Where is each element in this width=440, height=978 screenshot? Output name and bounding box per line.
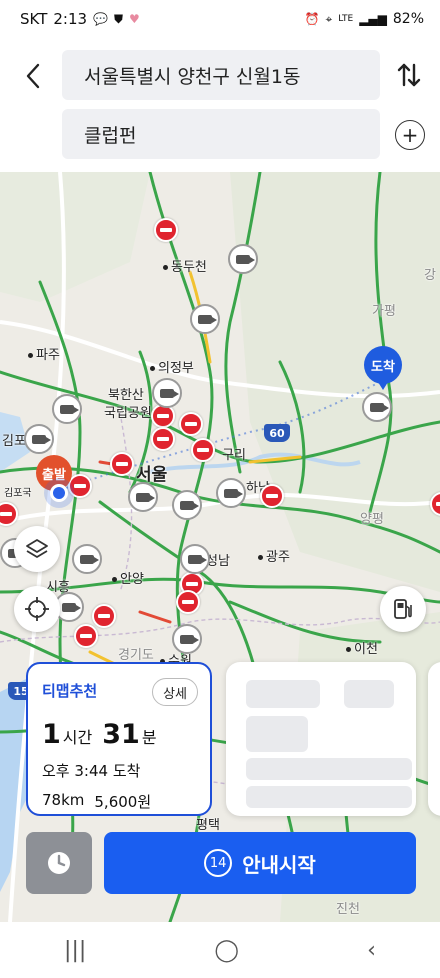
gas-station-button[interactable] bbox=[380, 586, 426, 632]
clock-time: 2:13 bbox=[53, 10, 88, 28]
road-closure-marker[interactable] bbox=[74, 624, 98, 648]
travel-minutes-unit: 분 bbox=[141, 728, 157, 747]
route-distance: 78km bbox=[42, 791, 85, 809]
travel-hours: 1 bbox=[42, 719, 61, 750]
place-paju: 파주 bbox=[28, 344, 60, 363]
my-location-button[interactable] bbox=[14, 586, 60, 632]
back-arrow-icon bbox=[26, 63, 40, 89]
speed-camera-marker[interactable] bbox=[172, 490, 202, 520]
countdown-badge: 14 bbox=[204, 849, 233, 877]
place-gimpo: 김포 bbox=[2, 434, 26, 449]
speed-camera-marker[interactable] bbox=[362, 392, 392, 422]
place-gapyeong: 가평 bbox=[372, 304, 396, 319]
route-option-card-loading[interactable] bbox=[226, 662, 416, 816]
place-gimpo-airport: 김포국 bbox=[4, 488, 32, 499]
clock-icon bbox=[48, 852, 70, 874]
battery-level: 82% bbox=[392, 11, 424, 27]
place-icheon: 이천 bbox=[346, 638, 378, 657]
travel-hours-unit: 시간 bbox=[62, 728, 93, 747]
system-navigation-bar: ||| ◯ ‹ bbox=[0, 922, 440, 978]
carrier-label: SKT bbox=[20, 10, 48, 28]
location-icon: ⌖ bbox=[325, 12, 333, 26]
distance-fare: 78km 5,600원 bbox=[42, 791, 196, 812]
chat-icon: 💬 bbox=[93, 12, 108, 26]
road-closure-marker[interactable] bbox=[179, 412, 203, 436]
place-national-park: 국립공원 bbox=[104, 406, 152, 421]
skeleton-block bbox=[246, 680, 320, 708]
place-gwangju: 광주 bbox=[258, 546, 290, 565]
route-option-card-recommended[interactable]: 티맵추천 상세 1 시간 31 분 오후 3:44 도착 78km 5,600원 bbox=[26, 662, 212, 816]
speed-camera-marker[interactable] bbox=[72, 544, 102, 574]
arrival-time: 오후 3:44 도착 bbox=[42, 762, 141, 780]
back-nav-icon[interactable]: ‹ bbox=[367, 938, 376, 963]
place-guri: 구리 bbox=[222, 448, 246, 463]
start-navigation-button[interactable]: 14 안내시작 bbox=[104, 832, 416, 894]
departure-time-button[interactable] bbox=[26, 832, 92, 894]
alarm-icon: ⏰ bbox=[304, 12, 320, 26]
speed-camera-marker[interactable] bbox=[152, 378, 182, 408]
skeleton-block bbox=[246, 716, 308, 752]
speed-camera-marker[interactable] bbox=[228, 244, 258, 274]
route-option-card-next[interactable] bbox=[428, 662, 440, 816]
destination-field[interactable]: 클럽펀 bbox=[62, 109, 380, 159]
route-search-header: 서울특별시 양천구 신월1동 클럽펀 + bbox=[0, 38, 440, 172]
travel-time: 1 시간 31 분 bbox=[42, 719, 196, 750]
place-jincheon: 진천 bbox=[336, 902, 360, 917]
destination-text: 클럽펀 bbox=[84, 124, 137, 147]
road-closure-marker[interactable] bbox=[191, 438, 215, 462]
swap-icon bbox=[397, 63, 421, 87]
road-closure-marker[interactable] bbox=[110, 452, 134, 476]
add-waypoint-icon: + bbox=[401, 123, 419, 147]
recent-apps-icon[interactable]: ||| bbox=[64, 938, 86, 963]
place-gyeonggido: 경기도 bbox=[118, 648, 154, 663]
road-closure-marker[interactable] bbox=[92, 604, 116, 628]
lte-label: LTE bbox=[338, 13, 354, 24]
start-location-text: 서울특별시 양천구 신월1동 bbox=[84, 65, 301, 88]
route-detail-button[interactable]: 상세 bbox=[152, 678, 198, 706]
road-closure-marker[interactable] bbox=[154, 218, 178, 242]
place-pyeongtaek: 평택 bbox=[196, 818, 220, 833]
toll-fare: 5,600원 bbox=[94, 793, 152, 811]
heart-icon: ♥ bbox=[129, 12, 140, 26]
current-location-dot bbox=[50, 484, 68, 502]
speed-camera-marker[interactable] bbox=[190, 304, 220, 334]
road-closure-marker[interactable] bbox=[260, 484, 284, 508]
speed-camera-marker[interactable] bbox=[52, 394, 82, 424]
shield-icon: ⛊ bbox=[114, 12, 124, 26]
speed-camera-marker[interactable] bbox=[128, 482, 158, 512]
road-closure-marker[interactable] bbox=[176, 590, 200, 614]
place-anyang: 안양 bbox=[112, 568, 144, 587]
place-gangwon: 강 bbox=[424, 268, 436, 283]
speed-camera-marker[interactable] bbox=[180, 544, 210, 574]
add-waypoint-button[interactable]: + bbox=[395, 120, 425, 150]
status-bar: SKT 2:13 💬 ⛊ ♥ ⏰ ⌖ LTE ▂▄▆ 82% bbox=[0, 0, 440, 38]
road-closure-marker[interactable] bbox=[151, 427, 175, 451]
swap-button[interactable] bbox=[392, 58, 426, 92]
place-uijeongbu: 의정부 bbox=[150, 357, 194, 376]
back-button[interactable] bbox=[18, 58, 48, 94]
layers-icon bbox=[26, 539, 48, 558]
home-icon[interactable]: ◯ bbox=[214, 938, 239, 963]
place-bukhansan: 북한산 bbox=[108, 388, 144, 403]
map-layers-button[interactable] bbox=[14, 526, 60, 572]
skeleton-block bbox=[344, 680, 394, 708]
skeleton-block bbox=[246, 758, 412, 780]
skeleton-block bbox=[246, 786, 412, 808]
speed-camera-marker[interactable] bbox=[216, 478, 246, 508]
fuel-pump-icon bbox=[394, 599, 412, 619]
speed-camera-marker[interactable] bbox=[24, 424, 54, 454]
place-dongducheon: 동두천 bbox=[163, 256, 207, 275]
destination-marker[interactable]: 도착 bbox=[364, 346, 402, 390]
road-closure-marker[interactable] bbox=[68, 474, 92, 498]
travel-minutes: 31 bbox=[102, 719, 140, 750]
speed-camera-marker[interactable] bbox=[172, 624, 202, 654]
start-location-field[interactable]: 서울특별시 양천구 신월1동 bbox=[62, 50, 380, 100]
crosshair-icon bbox=[25, 597, 49, 621]
start-navigation-label: 안내시작 bbox=[242, 852, 316, 877]
highway-60-shield: 60 bbox=[264, 424, 290, 442]
signal-icon: ▂▄▆ bbox=[359, 12, 387, 26]
place-yangpyeong: 양평 bbox=[360, 512, 384, 527]
